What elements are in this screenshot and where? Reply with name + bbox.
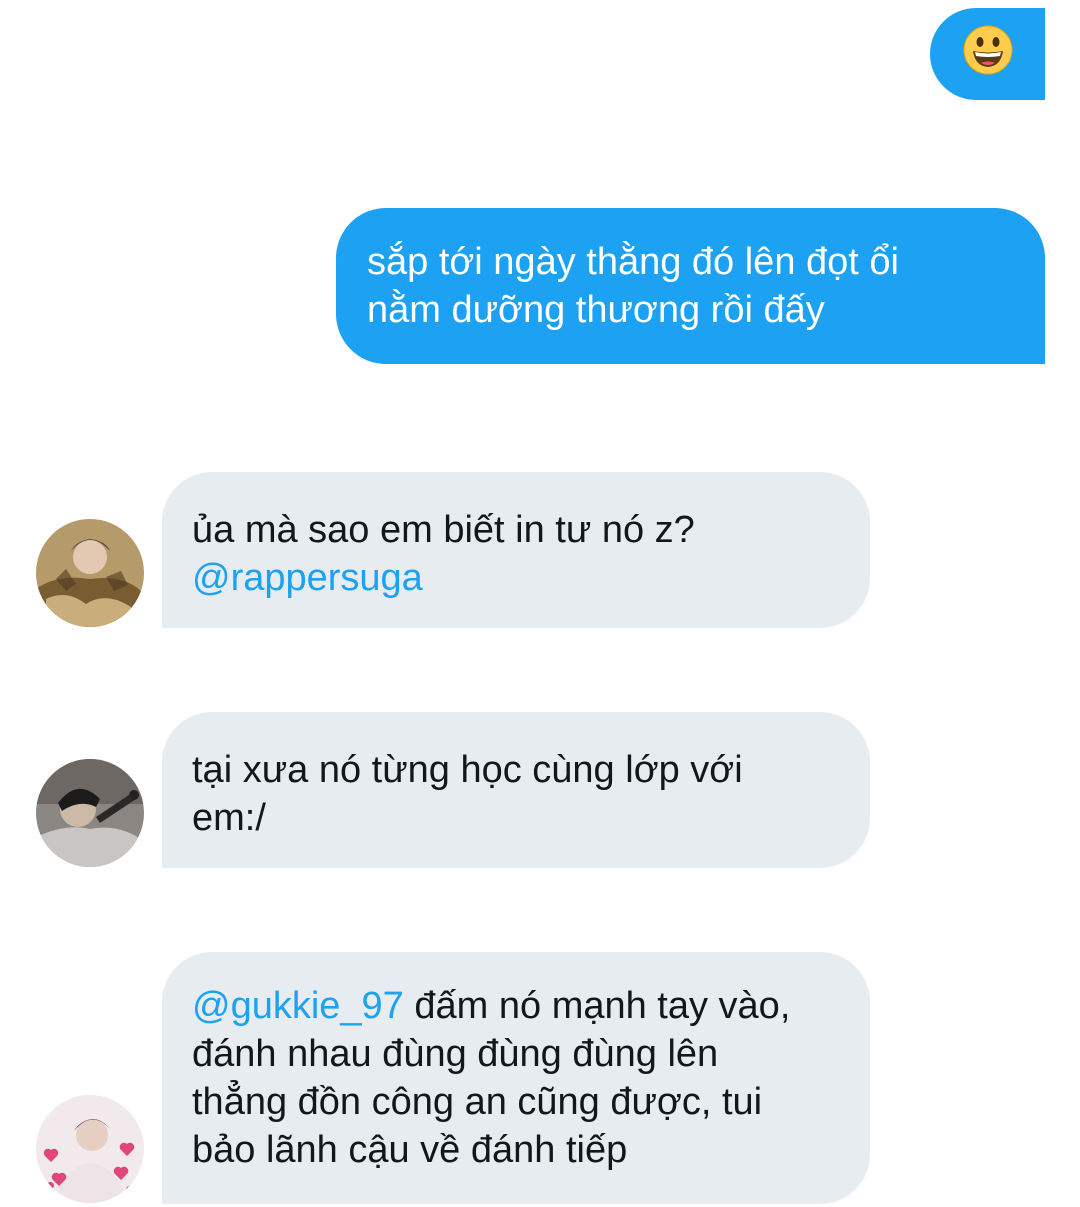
message-line: sắp tới ngày thằng đó lên đọt ổi xyxy=(367,241,899,283)
message-line: thẳng đồn công an cũng được, tui xyxy=(192,1081,763,1123)
message-bubble-incoming[interactable]: tại xưa nó từng học cùng lớp với em:/ xyxy=(162,712,870,868)
message-line: nằm dưỡng thương rồi đấy xyxy=(367,289,825,331)
mention-link[interactable]: @gukkie_97 xyxy=(192,985,404,1027)
avatar-user-3[interactable] xyxy=(36,1095,144,1203)
message-line: ủa mà sao em biết in tư nó z? xyxy=(192,509,695,551)
smiley-face-icon xyxy=(963,25,1013,75)
message-line: bảo lãnh cậu về đánh tiếp xyxy=(192,1129,628,1171)
message-text: @gukkie_97 đấm nó mạnh tay vào, đánh nha… xyxy=(192,982,840,1174)
avatar-user-1[interactable] xyxy=(36,519,144,627)
message-bubble-outgoing[interactable]: sắp tới ngày thằng đó lên đọt ổi nằm dưỡ… xyxy=(336,208,1045,364)
message-text: sắp tới ngày thằng đó lên đọt ổi nằm dưỡ… xyxy=(367,238,1015,334)
message-bubble-incoming[interactable]: @gukkie_97 đấm nó mạnh tay vào, đánh nha… xyxy=(162,952,870,1204)
message-line: em:/ xyxy=(192,797,266,839)
message-line: @gukkie_97 đấm nó mạnh tay vào, xyxy=(192,982,840,1030)
message-text: ủa mà sao em biết in tư nó z? @rappersug… xyxy=(192,506,840,602)
avatar-user-2[interactable] xyxy=(36,759,144,867)
message-bubble-incoming[interactable]: ủa mà sao em biết in tư nó z? @rappersug… xyxy=(162,472,870,628)
message-line: đánh nhau đùng đùng đùng lên xyxy=(192,1033,719,1075)
mention-link[interactable]: @rappersuga xyxy=(192,554,840,602)
message-text: tại xưa nó từng học cùng lớp với em:/ xyxy=(192,746,840,842)
message-line: tại xưa nó từng học cùng lớp với xyxy=(192,749,743,791)
message-line-rest: đấm nó mạnh tay vào, xyxy=(403,985,791,1027)
message-bubble-outgoing-emoji[interactable] xyxy=(930,8,1045,100)
